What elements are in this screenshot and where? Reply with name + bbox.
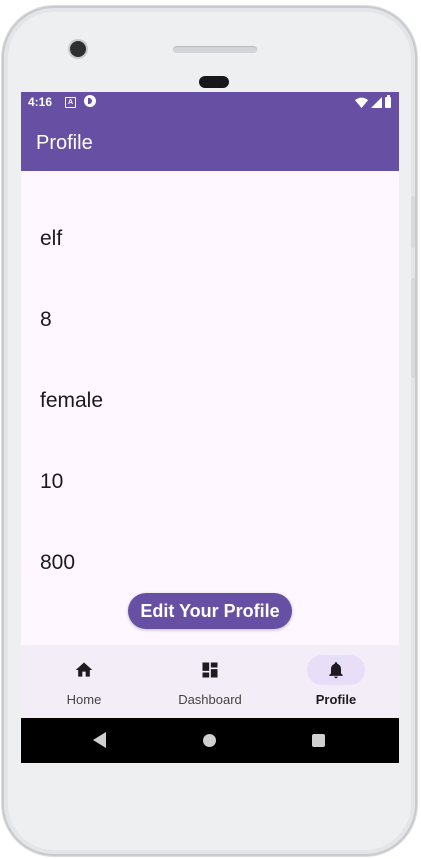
nav-item-dashboard[interactable]: Dashboard: [147, 645, 273, 718]
status-icons: [355, 94, 391, 109]
earpiece-speaker: [173, 46, 257, 53]
back-icon[interactable]: [93, 732, 106, 748]
profile-value-race: elf: [40, 227, 63, 250]
nav-label-profile: Profile: [315, 692, 357, 707]
page-title: Profile: [36, 132, 93, 154]
signal-icon: [371, 96, 382, 108]
home-icon: [75, 662, 93, 677]
nav-item-profile[interactable]: Profile: [273, 645, 399, 718]
dashboard-icon: [202, 662, 218, 678]
a-notification-icon: A: [65, 97, 76, 108]
battery-icon: [385, 94, 391, 108]
profile-value-level: 8: [40, 308, 52, 331]
status-time: 4:16: [28, 95, 53, 109]
profile-value-gold: 800: [40, 551, 76, 574]
bell-icon: [329, 662, 343, 679]
profile-value-stat: 10: [40, 470, 64, 493]
front-camera: [70, 41, 86, 57]
status-bar: 4:16 A: [21, 92, 399, 112]
recents-icon[interactable]: [312, 734, 325, 747]
profile-value-gender: female: [40, 389, 104, 412]
app-bar: Profile: [21, 112, 399, 171]
nav-item-home[interactable]: Home: [21, 645, 147, 718]
power-button: [411, 196, 415, 248]
wifi-icon: [355, 97, 368, 108]
profile-content: elf 8 female 10 800: [21, 171, 399, 645]
proximity-sensor: [199, 76, 229, 88]
home-circle-icon[interactable]: [203, 734, 216, 747]
screen: 4:16 A Profile elf 8 female 10 800 Edit …: [21, 92, 399, 763]
nav-label-dashboard: Dashboard: [178, 692, 242, 707]
edit-profile-button[interactable]: Edit Your Profile: [128, 593, 292, 629]
p-notification-icon: [84, 95, 96, 107]
nav-label-home: Home: [66, 692, 102, 707]
volume-button: [411, 278, 415, 378]
system-navigation-bar: [21, 718, 399, 763]
bottom-navigation: Home Dashboard Profile: [21, 645, 399, 718]
